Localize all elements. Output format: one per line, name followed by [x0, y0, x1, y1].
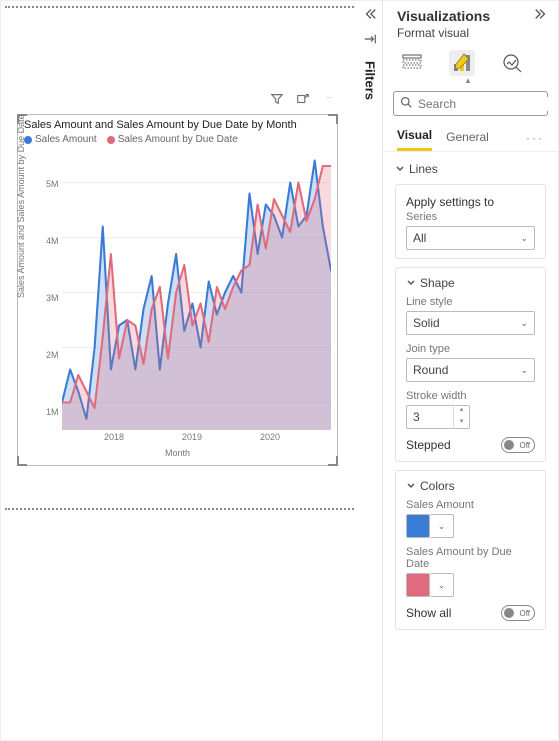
visualizations-pane: Visualizations Format visual ▲ Visual Ge…: [382, 1, 558, 740]
tab-visual[interactable]: Visual: [397, 124, 432, 151]
tab-general[interactable]: General: [446, 126, 489, 150]
legend-swatch: [107, 136, 115, 144]
format-tabs: Visual General ···: [383, 124, 558, 152]
focus-mode-icon[interactable]: [295, 91, 311, 107]
shape-card: Shape Line style Solid⌄ Join type Round⌄…: [395, 267, 546, 462]
chart-legend: Sales Amount Sales Amount by Due Date: [18, 132, 337, 147]
color-swatch-series2[interactable]: [406, 573, 430, 597]
chevron-down-icon: ⌄: [520, 365, 528, 376]
series-label: Series: [406, 211, 535, 223]
page-boundary-top: [5, 6, 354, 8]
search-icon: [400, 96, 412, 111]
section-shape[interactable]: Shape: [406, 276, 535, 294]
x-axis-label: Month: [24, 448, 331, 458]
line-style-label: Line style: [406, 296, 535, 308]
join-type-dropdown[interactable]: Round⌄: [406, 358, 535, 382]
filters-label: Filters: [363, 61, 378, 100]
spin-down[interactable]: ▾: [454, 417, 469, 429]
section-colors[interactable]: Colors: [406, 479, 535, 497]
apply-settings-card: Apply settings to Series All⌄: [395, 184, 546, 259]
visual-toolbar: [269, 91, 337, 107]
section-lines[interactable]: Lines: [395, 158, 546, 180]
format-mode-button[interactable]: [449, 50, 475, 76]
y-axis-label: Sales Amount and Sales Amount by Due Dat…: [16, 114, 26, 298]
chart-title: Sales Amount and Sales Amount by Due Dat…: [18, 115, 337, 132]
tabs-more-icon[interactable]: ···: [526, 131, 544, 145]
search-input[interactable]: [418, 97, 558, 111]
color-series2-label: Sales Amount by Due Date: [406, 546, 535, 570]
legend-item[interactable]: Sales Amount: [24, 134, 97, 145]
stepped-toggle[interactable]: Off: [501, 437, 535, 453]
filters-collapsed-pane[interactable]: Filters: [358, 1, 382, 740]
mode-caret: ▲: [455, 76, 481, 85]
stroke-width-label: Stroke width: [406, 390, 535, 402]
stepped-label: Stepped: [406, 438, 451, 452]
show-all-label: Show all: [406, 606, 451, 620]
line-chart-visual[interactable]: Sales Amount and Sales Amount by Due Dat…: [17, 114, 338, 466]
analytics-mode-button[interactable]: [499, 50, 525, 76]
stroke-width-input[interactable]: 3 ▴▾: [406, 405, 470, 429]
color-dropdown-series2[interactable]: ⌄: [430, 573, 454, 597]
chevron-down-icon: ⌄: [520, 318, 528, 329]
fields-mode-button[interactable]: [399, 50, 425, 76]
filter-icon[interactable]: [269, 91, 285, 107]
chevron-down-icon: ⌄: [520, 233, 528, 244]
colors-card: Colors Sales Amount ⌄ Sales Amount by Du…: [395, 470, 546, 630]
pane-title: Visualizations: [397, 8, 490, 24]
join-type-label: Join type: [406, 343, 535, 355]
line-style-dropdown[interactable]: Solid⌄: [406, 311, 535, 335]
color-swatch-series1[interactable]: [406, 514, 430, 538]
page-boundary-bottom: [5, 508, 354, 510]
filters-icon[interactable]: [363, 32, 377, 51]
search-field[interactable]: [393, 91, 548, 116]
plot-area: Sales Amount and Sales Amount by Due Dat…: [24, 155, 331, 440]
more-options-icon[interactable]: [321, 91, 337, 107]
resize-handle[interactable]: [328, 114, 338, 124]
color-dropdown-series1[interactable]: ⌄: [430, 514, 454, 538]
pane-subtitle: Format visual: [383, 26, 558, 40]
spin-up[interactable]: ▴: [454, 405, 469, 417]
series-dropdown[interactable]: All⌄: [406, 226, 535, 250]
expand-icon[interactable]: [363, 7, 377, 26]
chart-svg: [62, 155, 331, 430]
apply-settings-label: Apply settings to: [406, 195, 535, 209]
color-series1-label: Sales Amount: [406, 499, 535, 511]
show-all-toggle[interactable]: Off: [501, 605, 535, 621]
collapse-pane-icon[interactable]: [534, 7, 548, 24]
legend-item[interactable]: Sales Amount by Due Date: [107, 134, 238, 145]
report-canvas[interactable]: Sales Amount and Sales Amount by Due Dat…: [1, 1, 358, 740]
